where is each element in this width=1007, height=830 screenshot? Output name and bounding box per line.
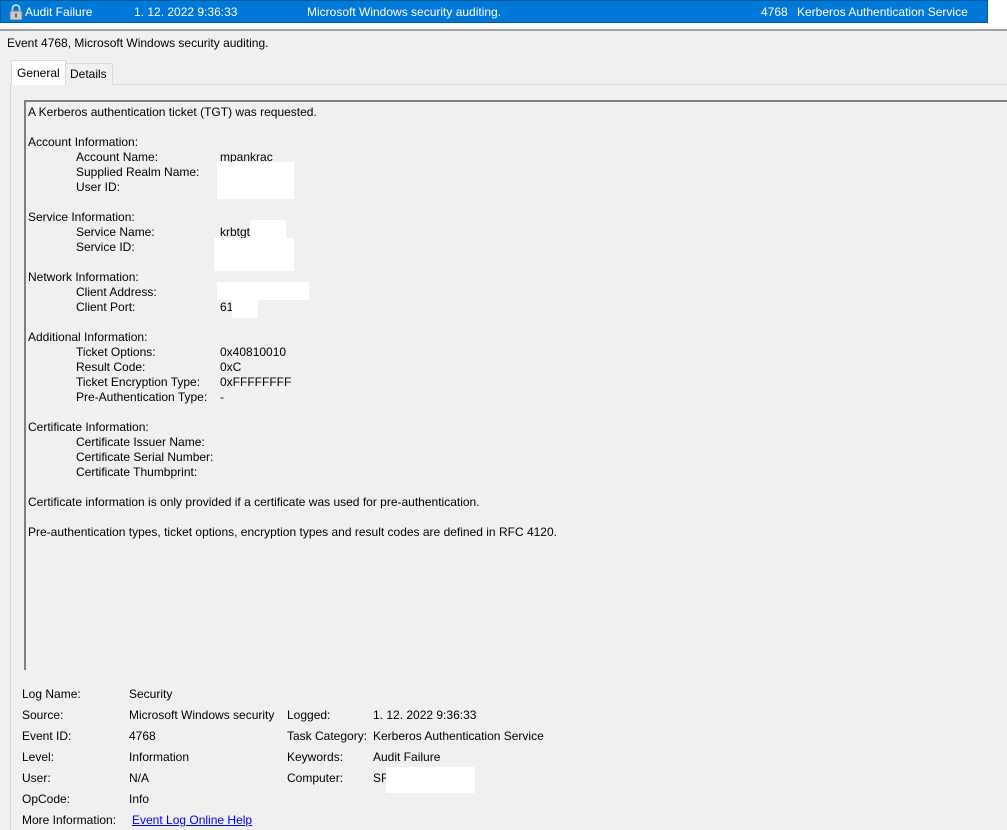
source-label: Source: (22, 708, 64, 722)
ticket-options-label: Ticket Options: (76, 345, 156, 359)
log-name-value: Security (129, 687, 173, 701)
result-code-label: Result Code: (76, 360, 146, 374)
selected-event-row[interactable]: Audit Failure 1. 12. 2022 9:36:33 Micros… (0, 0, 988, 23)
user-value: N/A (129, 771, 150, 785)
computer-label: Computer: (287, 771, 344, 785)
service-id-label: Service ID: (76, 240, 135, 254)
user-label: User: (22, 771, 51, 785)
keywords-label: Keywords: (287, 750, 344, 764)
redaction-block (214, 238, 294, 271)
cert-thumbprint-label: Certificate Thumbprint: (76, 465, 198, 479)
tab-details[interactable]: Details (64, 63, 113, 85)
cert-issuer-label: Certificate Issuer Name: (76, 435, 205, 449)
event-id: 4768 (761, 5, 788, 19)
event-source: Microsoft Windows security auditing. (307, 5, 502, 19)
certificate-heading: Certificate Information: (28, 420, 149, 434)
event-list-bottom (0, 23, 1007, 31)
lock-icon (9, 4, 23, 20)
account-name-label: Account Name: (76, 150, 159, 164)
redaction-block (250, 220, 286, 240)
service-heading: Service Information: (28, 210, 135, 224)
more-info-label: More Information: (22, 813, 117, 827)
log-name-label: Log Name: (22, 687, 81, 701)
additional-heading: Additional Information: (28, 330, 148, 344)
opcode-label: OpCode: (22, 792, 71, 806)
service-name-label: Service Name: (76, 225, 155, 239)
preauth-type-label: Pre-Authentication Type: (76, 390, 208, 404)
source-value: Microsoft Windows security (129, 708, 275, 722)
network-heading: Network Information: (28, 270, 139, 284)
event-id-value: 4768 (129, 729, 156, 743)
client-address-label: Client Address: (76, 285, 157, 299)
event-header-title: Event 4768, Microsoft Windows security a… (7, 36, 269, 50)
redaction-block (232, 298, 258, 318)
preauth-type-value: - (220, 390, 224, 404)
event-description[interactable]: A Kerberos authentication ticket (TGT) w… (24, 100, 1007, 670)
tab-general[interactable]: General (11, 60, 66, 85)
certificate-note: Certificate information is only provided… (28, 495, 480, 509)
ticket-options-value: 0x40810010 (220, 345, 287, 359)
user-id-label: User ID: (76, 180, 121, 194)
event-date-time: 1. 12. 2022 9:36:33 (134, 5, 238, 19)
supplied-realm-label: Supplied Realm Name: (76, 165, 200, 179)
task-category-label: Task Category: (287, 729, 368, 743)
level-value: Information (129, 750, 190, 764)
ticket-encryption-label: Ticket Encryption Type: (76, 375, 201, 389)
redaction-block (217, 282, 309, 300)
event-log-online-help-link[interactable]: Event Log Online Help (132, 813, 252, 827)
ticket-encryption-value: 0xFFFFFFFF (220, 375, 292, 389)
account-heading: Account Information: (28, 135, 139, 149)
event-task-category: Kerberos Authentication Service (797, 5, 968, 19)
opcode-value: Info (129, 792, 150, 806)
keywords-value: Audit Failure (373, 750, 441, 764)
description-intro: A Kerberos authentication ticket (TGT) w… (28, 105, 317, 119)
event-level: Audit Failure (25, 5, 93, 19)
redaction-block (386, 767, 475, 793)
task-category-value: Kerberos Authentication Service (373, 729, 544, 743)
cert-serial-label: Certificate Serial Number: (76, 450, 214, 464)
result-code-value: 0xC (220, 360, 242, 374)
logged-value: 1. 12. 2022 9:36:33 (373, 708, 477, 722)
rfc-note: Pre-authentication types, ticket options… (28, 525, 557, 539)
client-port-label: Client Port: (76, 300, 136, 314)
event-id-label: Event ID: (22, 729, 72, 743)
redaction-block (217, 162, 294, 199)
logged-label: Logged: (287, 708, 331, 722)
level-label: Level: (22, 750, 55, 764)
